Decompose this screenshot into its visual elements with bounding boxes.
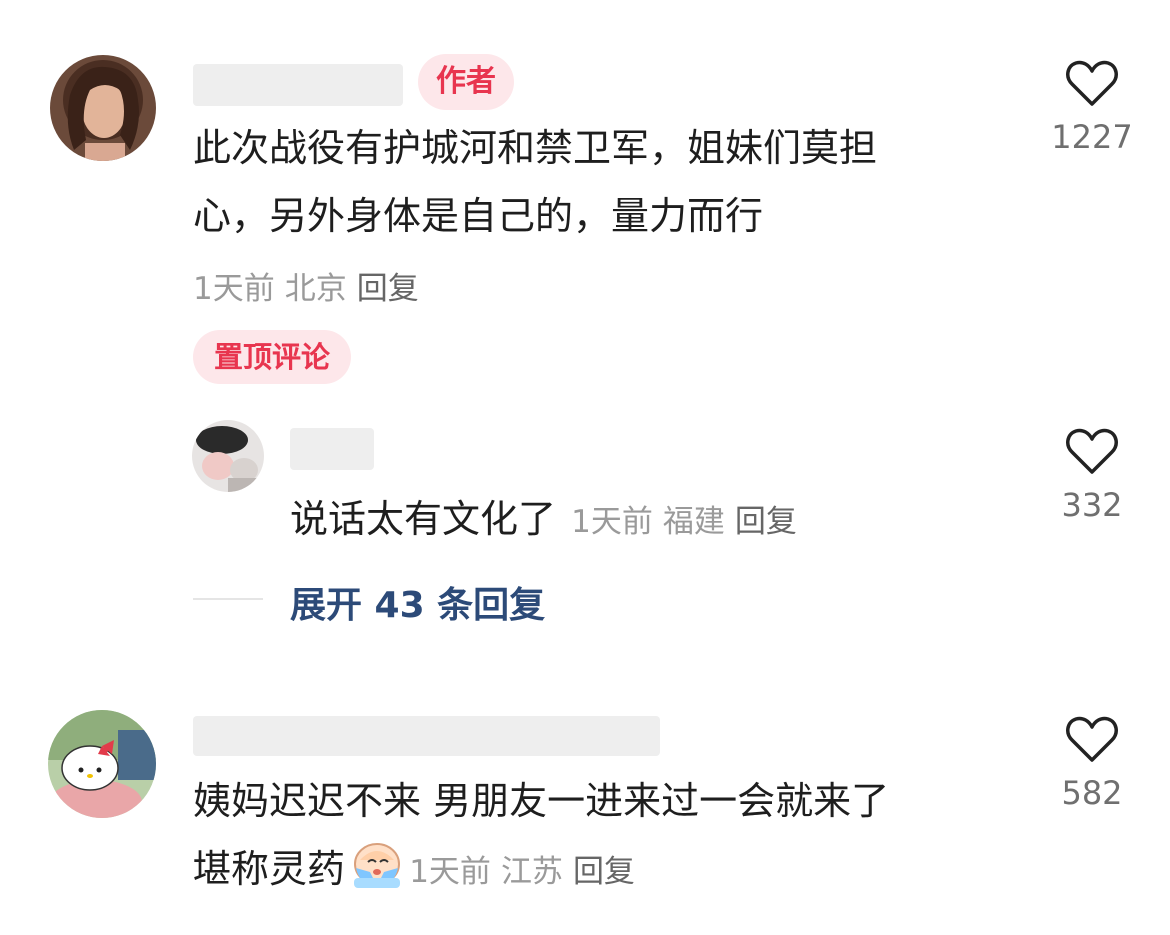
comment-2-time: 1天前 <box>409 854 491 890</box>
comment-2-reply-button[interactable]: 回复 <box>573 854 635 890</box>
reply-1-like-button[interactable]: 332 <box>1037 428 1147 524</box>
heart-icon <box>1066 428 1118 474</box>
heart-icon <box>1066 60 1118 106</box>
comment-2-avatar[interactable] <box>48 710 156 818</box>
expand-divider <box>193 598 263 600</box>
comment-2-username-redacted[interactable] <box>193 716 660 756</box>
reply-1-like-count: 332 <box>1061 486 1123 524</box>
comment-2-location: 江苏 <box>500 854 563 890</box>
comment-1-location: 北京 <box>284 271 347 307</box>
pinned-comment-badge: 置顶评论 <box>193 330 351 384</box>
comment-1-text-line2[interactable]: 心，另外身体是自己的，量力而行 <box>193 181 763 251</box>
comment-2-text-line1[interactable]: 姨妈迟迟不来 男朋友一进来过一会就来了 <box>193 766 889 836</box>
user-avatar-curly-hair-woman-icon <box>50 55 156 161</box>
user-avatar-photo-icon <box>192 420 264 492</box>
user-avatar-hello-kitty-icon <box>48 710 156 818</box>
reply-1-line: 说话太有文化了 1天前 福建 回复 <box>290 484 797 554</box>
comment-1-like-count: 1227 <box>1051 118 1133 156</box>
author-badge: 作者 <box>418 54 514 110</box>
reply-1-avatar[interactable] <box>192 420 264 492</box>
expand-replies-button[interactable]: 展开 43 条回复 <box>290 576 545 628</box>
comment-1-time: 1天前 <box>193 271 275 307</box>
comment-1-reply-button[interactable]: 回复 <box>357 271 419 307</box>
comment-1-meta: 1天前 北京 回复 <box>193 263 419 308</box>
comment-1-username-redacted[interactable] <box>193 64 403 106</box>
reply-1-text[interactable]: 说话太有文化了 <box>290 497 556 541</box>
reply-1-reply-button[interactable]: 回复 <box>735 504 797 540</box>
comment-2-line2: 堪称灵药 1天前 江苏 回复 <box>193 834 635 904</box>
comment-2-like-button[interactable]: 582 <box>1037 716 1147 812</box>
reply-1-username-redacted[interactable] <box>290 428 374 470</box>
reply-1-time: 1天前 <box>571 504 653 540</box>
comment-2-like-count: 582 <box>1061 774 1123 812</box>
comment-1-avatar[interactable] <box>50 55 156 161</box>
comment-1-text-line1[interactable]: 此次战役有护城河和禁卫军，姐妹们莫担 <box>193 113 877 183</box>
reply-1-location: 福建 <box>662 504 725 540</box>
heart-icon <box>1066 716 1118 762</box>
comment-1-like-button[interactable]: 1227 <box>1037 60 1147 156</box>
comment-2-text-line2[interactable]: 堪称灵药 <box>193 847 345 891</box>
crying-face-emoji-icon <box>350 838 404 892</box>
